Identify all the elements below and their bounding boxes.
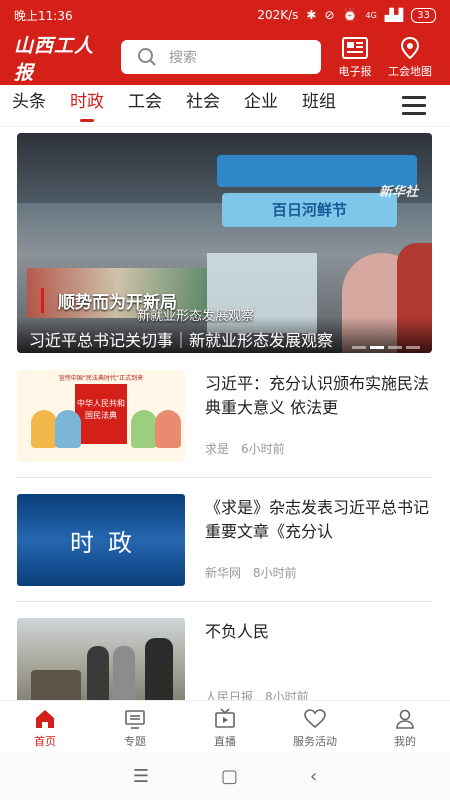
nav-label: 我的: [394, 735, 416, 748]
thumbnail-figure: [31, 410, 57, 448]
thumbnail-figure: [131, 410, 157, 448]
hero-carousel[interactable]: 百日河鲜节 新华社 顺势而为开新局 新就业形态发展观察 习近平总书记关切事｜新就…: [17, 133, 432, 353]
nav-home[interactable]: 首页: [0, 701, 90, 752]
hero-watermark: 新华社: [378, 185, 418, 200]
newspaper-icon: [342, 37, 368, 59]
menu-icon[interactable]: [402, 96, 426, 120]
carousel-dot: [406, 346, 420, 349]
news-title: 习近平：充分认识颁布实施民法典重大意义 依法更: [205, 374, 430, 417]
app-logo: 山西工人报: [14, 34, 95, 84]
nav-label: 专题: [124, 735, 146, 748]
status-time: 晚上11:36: [14, 8, 73, 23]
news-time: 8小时前: [253, 566, 297, 580]
tab-enterprise[interactable]: 企业: [244, 85, 278, 127]
news-thumbnail: [17, 618, 185, 710]
tab-headlines[interactable]: 头条: [12, 85, 46, 127]
news-thumbnail: 宣传中国“民法典时代”正式到来 中华人民共和国民法典: [17, 370, 185, 462]
system-navigation: ☰ ▢ ‹: [0, 752, 450, 800]
news-time: 6小时前: [241, 442, 285, 456]
status-right: 202K/s ✱ ⊘ ⏰ 4G ▟▟ 33: [257, 7, 436, 23]
heart-icon: [304, 709, 326, 729]
divider: [17, 601, 432, 602]
thumbnail-figure: [55, 410, 81, 448]
tab-union[interactable]: 工会: [128, 85, 162, 127]
search-placeholder: 搜索: [169, 50, 197, 66]
hero-banner-text: 百日河鲜节: [222, 193, 397, 227]
monitor-icon: [125, 710, 145, 729]
category-tabs: 头条 时政 工会 社会 企业 班组: [0, 85, 450, 127]
news-meta: 求是 6小时前: [205, 440, 285, 457]
recent-apps-icon[interactable]: ☰: [133, 766, 149, 787]
mute-icon: ⊘: [324, 8, 335, 22]
thumbnail-header-text: 宣传中国“民法典时代”正式到来: [58, 375, 144, 382]
nav-services[interactable]: 服务活动: [270, 701, 360, 752]
tab-team[interactable]: 班组: [302, 85, 336, 127]
carousel-dot: [352, 346, 366, 349]
carousel-indicator: [352, 346, 420, 349]
user-icon: [396, 709, 414, 729]
home-icon: [36, 710, 54, 728]
nav-profile[interactable]: 我的: [360, 701, 450, 752]
app-header: 山西工人报 搜索 电子报 工会地图: [0, 30, 450, 85]
union-map-button[interactable]: 工会地图: [380, 36, 440, 79]
carousel-dot-active: [370, 346, 384, 349]
tv-play-icon: [215, 708, 235, 728]
search-bar[interactable]: 搜索: [121, 40, 321, 74]
news-meta: 新华网 8小时前: [205, 564, 297, 581]
nav-label: 直播: [214, 735, 236, 748]
status-bar: 晚上11:36 202K/s ✱ ⊘ ⏰ 4G ▟▟ 33: [0, 0, 450, 30]
news-item[interactable]: 时政 《求是》杂志发表习近平总书记重要文章《充分认 新华网 8小时前: [17, 494, 432, 590]
alarm-icon: ⏰: [342, 8, 358, 22]
home-button-icon[interactable]: ▢: [221, 766, 238, 787]
map-pin-icon: [400, 36, 420, 60]
nav-topics[interactable]: 专题: [90, 701, 180, 752]
news-title: 不负人民: [205, 622, 270, 641]
news-source: 新华网: [205, 566, 242, 580]
nav-label: 服务活动: [293, 735, 337, 748]
thumbnail-figure: [155, 410, 181, 448]
bottom-navigation: 首页 专题 直播 服务活动 我的: [0, 700, 450, 752]
epaper-button[interactable]: 电子报: [325, 36, 385, 79]
news-thumbnail: 时政: [17, 494, 185, 586]
battery-indicator: 33: [411, 7, 436, 23]
news-title: 《求是》杂志发表习近平总书记重要文章《充分认: [205, 498, 430, 541]
tab-politics[interactable]: 时政: [70, 85, 104, 127]
search-icon: [138, 48, 156, 66]
bluetooth-icon: ✱: [306, 8, 317, 22]
signal-icon: ▟▟: [384, 8, 404, 22]
network-speed: 202K/s: [257, 8, 299, 22]
nav-live[interactable]: 直播: [180, 701, 270, 752]
news-item[interactable]: 宣传中国“民法典时代”正式到来 中华人民共和国民法典 习近平：充分认识颁布实施民…: [17, 370, 432, 466]
signal-label: 4G: [365, 10, 377, 20]
thumbnail-book: 中华人民共和国民法典: [75, 384, 127, 444]
divider: [17, 477, 432, 478]
nav-label: 首页: [34, 735, 56, 748]
tab-society[interactable]: 社会: [186, 85, 220, 127]
back-icon[interactable]: ‹: [310, 766, 317, 787]
epaper-label: 电子报: [338, 65, 372, 78]
carousel-dot: [388, 346, 402, 349]
union-map-label: 工会地图: [388, 65, 432, 78]
news-source: 求是: [205, 442, 230, 456]
